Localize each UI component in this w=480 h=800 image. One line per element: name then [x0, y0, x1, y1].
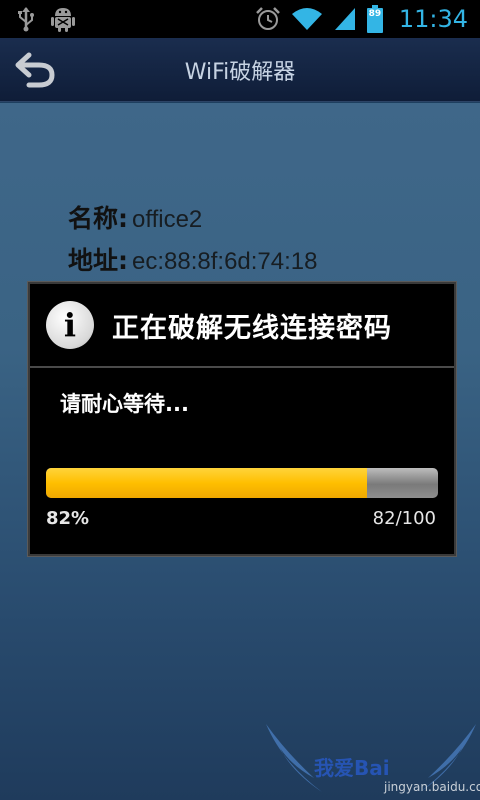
status-bar: 89 11:34	[0, 0, 480, 38]
watermark-url: jingyan.baidu.com	[384, 780, 480, 794]
mac-address-row: 地址: ec:88:8f:6d:74:18	[68, 241, 317, 277]
network-name-label: 名称:	[68, 204, 128, 233]
network-name-row: 名称: office2	[68, 199, 202, 235]
clock: 11:34	[398, 5, 468, 33]
battery-icon: 89	[366, 5, 383, 33]
wifi-icon	[291, 8, 322, 30]
progress-dialog: i 正在破解无线连接密码 请耐心等待... 82% 82/100	[28, 282, 456, 556]
mac-address-value: ec:88:8f:6d:74:18	[132, 248, 318, 275]
mac-address-label: 地址:	[68, 246, 128, 275]
dialog-title: 正在破解无线连接密码	[112, 312, 392, 344]
alarm-icon	[255, 7, 280, 30]
battery-level: 89	[368, 9, 382, 19]
progress-count: 82/100	[372, 508, 436, 529]
watermark: 我爱Bai jingyan.baidu.com	[262, 722, 480, 800]
signal-icon	[334, 8, 355, 30]
back-button[interactable]	[12, 48, 60, 92]
dialog-header: i 正在破解无线连接密码	[30, 284, 454, 368]
title-bar: WiFi破解器	[0, 38, 480, 102]
network-name-value: office2	[132, 206, 203, 233]
progress-bar-fill	[46, 468, 368, 498]
android-debug-icon	[51, 8, 75, 32]
progress-bar	[46, 468, 438, 498]
back-arrow-icon	[15, 52, 55, 88]
usb-icon	[18, 7, 34, 32]
dialog-message: 请耐心等待...	[60, 392, 189, 416]
page-title: WiFi破解器	[184, 59, 296, 85]
progress-percent: 82%	[46, 508, 90, 529]
info-icon: i	[46, 301, 94, 349]
watermark-text: 我爱Bai	[314, 756, 390, 780]
